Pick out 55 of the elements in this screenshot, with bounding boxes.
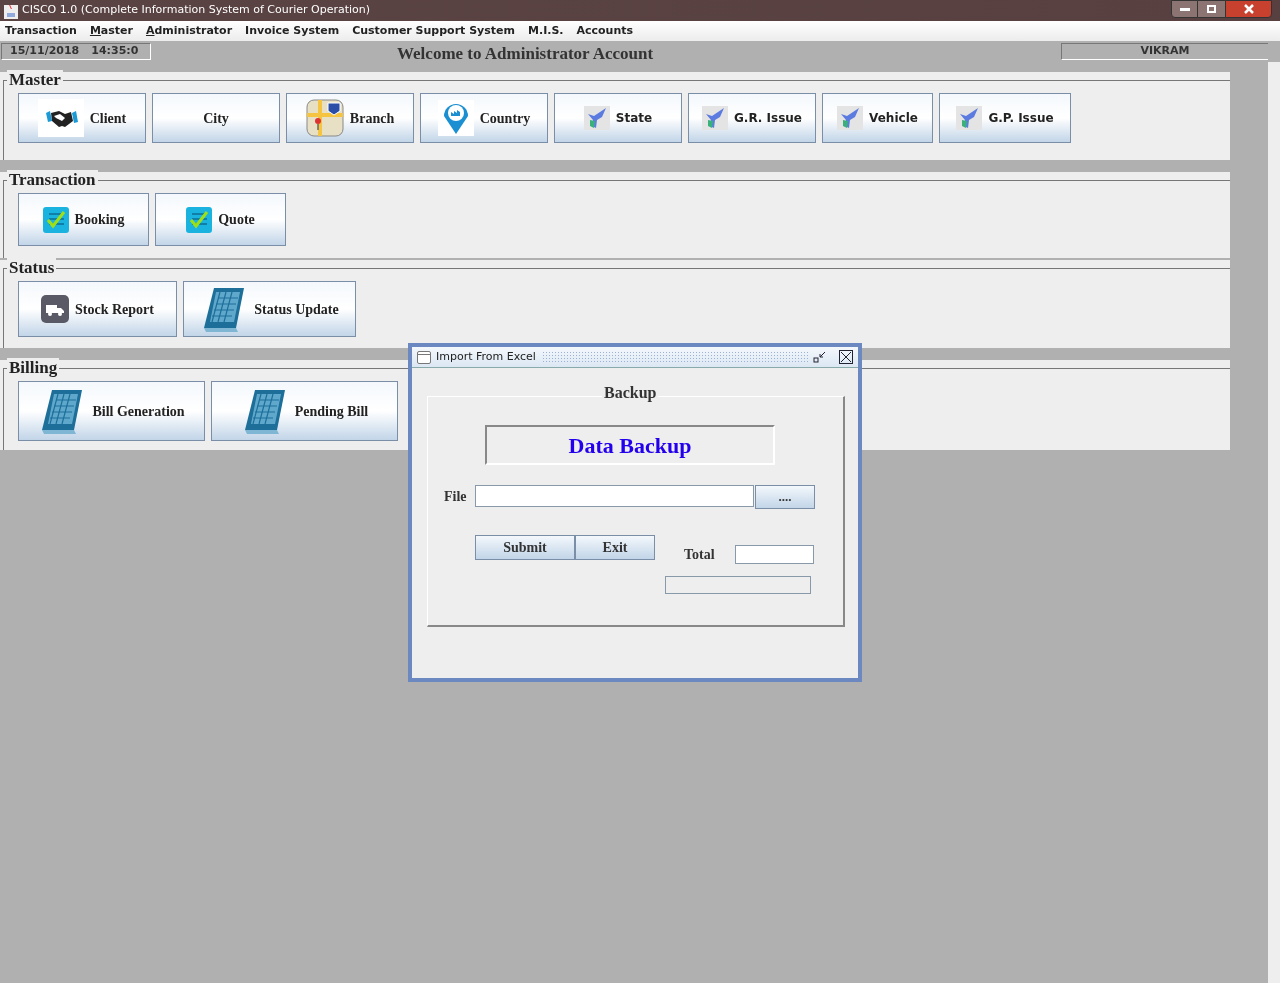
total-label: Total [684,546,715,564]
module-button[interactable]: Bill Generation [18,381,205,441]
file-field[interactable] [475,485,754,507]
bird-icon [583,106,610,130]
menu-item[interactable]: Accounts [576,22,634,40]
welcome-text: Welcome to Administrator Account [397,43,654,65]
total-field[interactable] [735,545,814,564]
app-icon [4,2,18,19]
section-title: Billing [7,358,60,378]
minimize-button[interactable] [1171,0,1198,18]
map-pin-icon [437,100,474,136]
module-button[interactable]: City [152,93,280,143]
menu-item[interactable]: Master [89,22,133,40]
window-title: CISCO 1.0 (Complete Information System of Courier Operation) [22,2,371,19]
module-button[interactable]: G.R. Issue [688,93,816,143]
file-label: File [444,488,467,506]
menu-item[interactable]: Invoice System [245,22,340,40]
browse-button[interactable]: .... [755,485,815,509]
bird-icon [837,106,864,130]
exit-button[interactable]: Exit [575,535,655,560]
dialog-title: Import From Excel [436,348,536,365]
module-button[interactable]: Status Update [183,281,356,337]
map-icon [305,99,344,137]
module-button[interactable]: Quote [155,193,286,246]
restore-icon[interactable] [813,350,826,364]
module-button[interactable]: Client [18,93,146,143]
heading-panel: Data Backup [485,425,775,465]
module-button[interactable]: Stock Report [18,281,177,337]
checklist-icon [42,206,69,233]
window-icon [417,350,431,364]
module-button[interactable]: Vehicle [822,93,933,143]
menu-item[interactable]: Transaction [5,22,77,40]
bird-icon [701,106,728,130]
module-button[interactable]: Booking [18,193,149,246]
truck-icon [41,295,70,323]
module-button[interactable]: Pending Bill [211,381,398,441]
checklist-icon [186,206,213,233]
close-icon [1242,4,1255,14]
user-panel: VIKRAM [1061,43,1268,60]
close-button[interactable] [1225,0,1272,18]
group-title: Backup [602,383,659,403]
module-button[interactable]: Branch [286,93,414,143]
bird-icon [956,106,983,130]
time-text: 14:35:0 [91,43,139,60]
menu-item[interactable]: Administrator [145,22,233,40]
module-button[interactable]: State [554,93,682,143]
submit-button[interactable]: Submit [475,535,575,560]
date-text: 15/11/2018 [10,43,80,60]
close-icon[interactable] [839,350,853,364]
module-button[interactable]: G.P. Issue [939,93,1071,143]
menu-item[interactable]: Customer Support System [352,22,515,40]
module-button[interactable]: Country [420,93,548,143]
menu-item[interactable]: M.I.S. [528,22,564,40]
handshake-icon [37,99,84,137]
restore-button[interactable] [1198,0,1225,18]
